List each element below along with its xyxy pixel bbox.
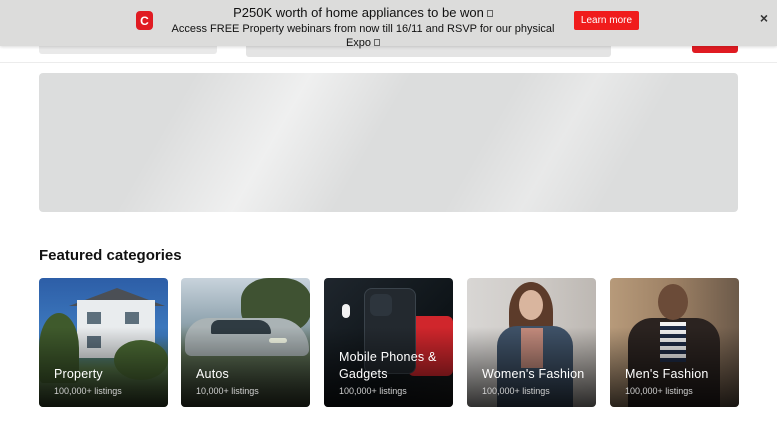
missing-glyph-icon (374, 39, 381, 46)
category-label: Men's Fashion (625, 367, 709, 381)
hero-banner-placeholder (39, 73, 738, 212)
category-label: Autos (196, 367, 229, 381)
promo-title-text: P250K worth of home appliances to be won (233, 5, 484, 20)
category-label: Mobile Phones & Gadgets (339, 350, 437, 381)
carousell-logo-icon: C (136, 11, 153, 30)
category-card-autos[interactable]: Autos 10,000+ listings (181, 278, 310, 407)
category-count: 100,000+ listings (339, 386, 407, 396)
category-card-property[interactable]: Property 100,000+ listings (39, 278, 168, 407)
category-card-womens-fashion[interactable]: Women's Fashion 100,000+ listings (467, 278, 596, 407)
featured-categories-list: Property 100,000+ listings Autos 10,000+… (39, 278, 739, 407)
missing-glyph-icon (486, 10, 493, 17)
category-label: Property (54, 367, 103, 381)
category-count: 100,000+ listings (482, 386, 550, 396)
logo-letter: C (140, 13, 149, 28)
category-count: 100,000+ listings (54, 386, 122, 396)
close-icon[interactable]: × (757, 11, 771, 25)
promo-banner: C P250K worth of home appliances to be w… (0, 0, 777, 49)
featured-categories-heading: Featured categories (39, 247, 182, 264)
learn-more-button[interactable]: Learn more (574, 11, 639, 30)
promo-text: P250K worth of home appliances to be won… (160, 5, 566, 50)
category-label: Women's Fashion (482, 367, 585, 381)
promo-title: P250K worth of home appliances to be won (160, 5, 566, 21)
category-count: 100,000+ listings (625, 386, 693, 396)
category-card-mobile-phones-gadgets[interactable]: Mobile Phones & Gadgets 100,000+ listing… (324, 278, 453, 407)
promo-subtitle: Access FREE Property webinars from now t… (160, 22, 566, 50)
promo-subtitle-text: Access FREE Property webinars from now t… (171, 23, 555, 49)
category-card-mens-fashion[interactable]: Men's Fashion 100,000+ listings (610, 278, 739, 407)
category-count: 10,000+ listings (196, 386, 259, 396)
